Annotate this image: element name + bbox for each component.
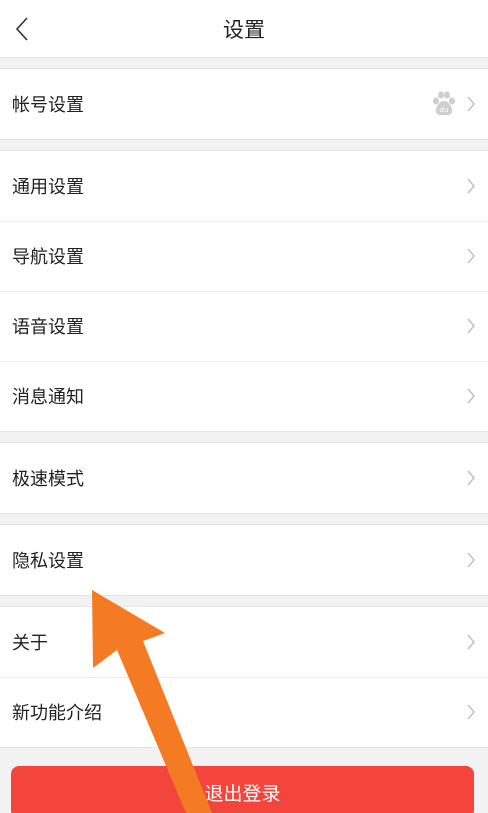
- settings-item-label: 极速模式: [12, 469, 84, 490]
- logout-button[interactable]: 退出登录: [11, 766, 474, 813]
- page-title: 设置: [223, 17, 265, 42]
- settings-item-about[interactable]: 关于: [0, 607, 488, 677]
- section-gap: [0, 140, 488, 150]
- settings-item-speed-mode[interactable]: 极速模式: [0, 443, 488, 513]
- settings-group-privacy: 隐私设置: [0, 524, 488, 596]
- chevron-left-icon: [15, 17, 28, 41]
- baidu-paw-icon: du: [433, 91, 455, 116]
- settings-item-voice[interactable]: 语音设置: [0, 291, 488, 361]
- settings-item-account[interactable]: 帐号设置 du: [0, 69, 488, 139]
- settings-item-label: 导航设置: [12, 247, 84, 268]
- settings-group-account: 帐号设置 du: [0, 68, 488, 140]
- settings-item-label: 消息通知: [12, 387, 84, 408]
- settings-item-label: 关于: [12, 633, 48, 654]
- settings-item-label: 通用设置: [12, 177, 84, 198]
- chevron-right-icon: [467, 178, 475, 194]
- chevron-right-icon: [467, 388, 475, 404]
- chevron-right-icon: [467, 96, 475, 112]
- section-gap: [0, 58, 488, 68]
- settings-item-label: 帐号设置: [12, 95, 84, 116]
- chevron-right-icon: [467, 704, 475, 720]
- section-gap: [0, 432, 488, 442]
- settings-item-navigation[interactable]: 导航设置: [0, 221, 488, 291]
- settings-item-general[interactable]: 通用设置: [0, 151, 488, 221]
- svg-text:du: du: [440, 106, 449, 114]
- settings-item-privacy[interactable]: 隐私设置: [0, 525, 488, 595]
- back-button[interactable]: [6, 12, 38, 46]
- settings-group-speed: 极速模式: [0, 442, 488, 514]
- section-gap: [0, 514, 488, 524]
- settings-item-label: 新功能介绍: [12, 703, 102, 724]
- chevron-right-icon: [467, 634, 475, 650]
- settings-item-notifications[interactable]: 消息通知: [0, 361, 488, 431]
- settings-item-label: 语音设置: [12, 317, 84, 338]
- chevron-right-icon: [467, 470, 475, 486]
- settings-item-whats-new[interactable]: 新功能介绍: [0, 677, 488, 747]
- chevron-right-icon: [467, 318, 475, 334]
- settings-group-general: 通用设置 导航设置 语音设置 消息通知: [0, 150, 488, 432]
- top-nav-bar: 设置: [0, 0, 488, 58]
- settings-group-about: 关于 新功能介绍: [0, 606, 488, 748]
- section-gap: [0, 596, 488, 606]
- chevron-right-icon: [467, 552, 475, 568]
- settings-item-label: 隐私设置: [12, 551, 84, 572]
- chevron-right-icon: [467, 248, 475, 264]
